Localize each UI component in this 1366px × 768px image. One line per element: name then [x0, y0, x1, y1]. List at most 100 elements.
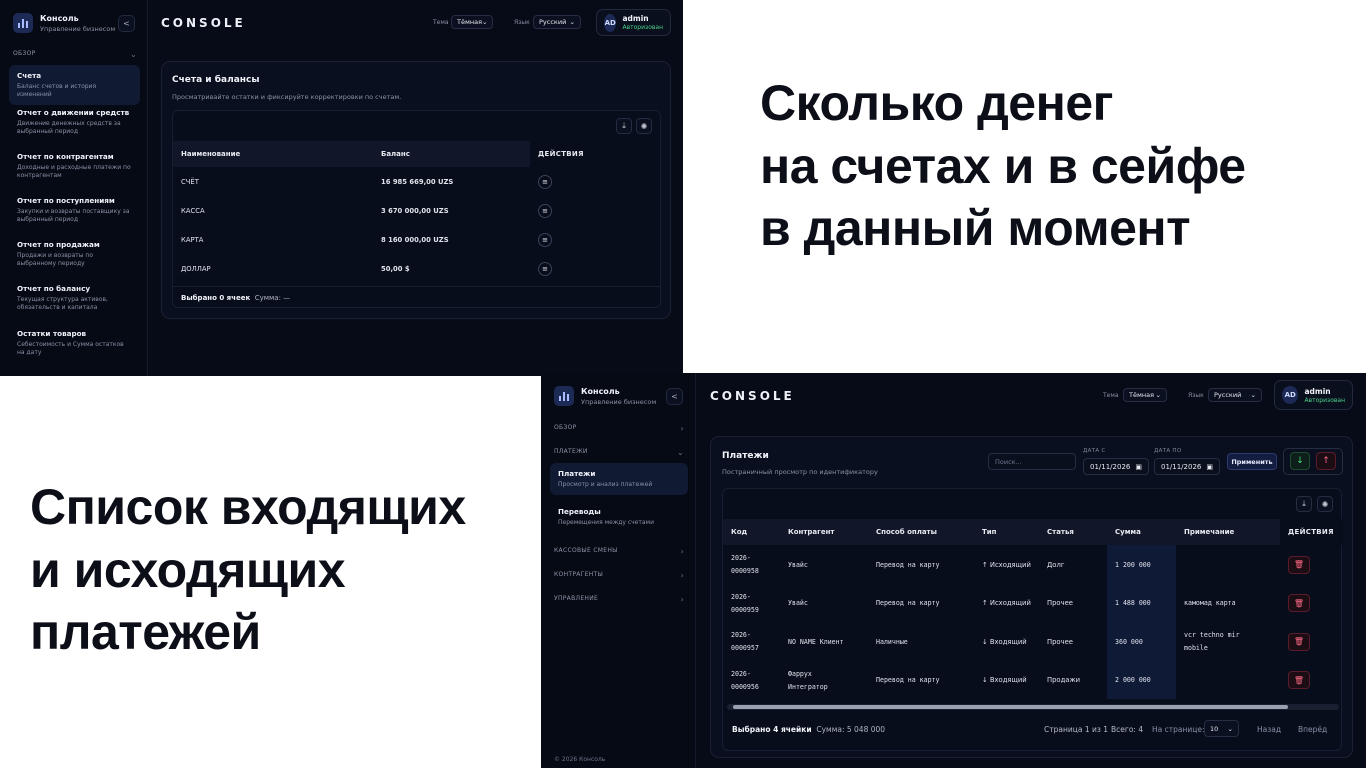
scrollbar-thumb[interactable]: [733, 705, 1288, 709]
collapse-sidebar-button[interactable]: <: [666, 388, 683, 405]
column-header-actions: ДЕЙСТВИЯ: [1280, 519, 1343, 545]
caption-line: в данный момент: [760, 200, 1191, 256]
user-menu[interactable]: AD admin Авторизован: [1274, 380, 1353, 410]
section-overview[interactable]: ОБЗОР ›: [554, 424, 684, 433]
column-header-article[interactable]: Статья: [1039, 519, 1107, 545]
section-management[interactable]: УПРАВЛЕНИЕ ›: [554, 595, 684, 604]
payment-type: ↑ Исходящий: [982, 560, 1031, 569]
date-to-input[interactable]: 01/11/2026 ▣: [1154, 458, 1220, 475]
sidebar-item-transfers[interactable]: Переводы Перемещения между счетами: [550, 501, 688, 533]
sidebar: Консоль Управление бизнесом < ОБЗОР › ПЛА…: [541, 373, 696, 768]
caption-line: на счетах и в сейфе: [760, 137, 1246, 194]
nav-desc: Перемещения между счетами: [558, 519, 654, 526]
table-row[interactable]: 2026- 0000957 NO NAME Клиент Наличные ↓ В…: [723, 622, 1343, 661]
user-status: Авторизован: [1304, 396, 1345, 404]
table-row[interactable]: СЧЁТ 16 985 669,00 UZS ≡: [173, 167, 660, 196]
note-line: mobile: [1184, 644, 1208, 652]
language-select[interactable]: Русский ⌄: [533, 15, 581, 29]
section-payments[interactable]: ПЛАТЕЖИ ⌄: [554, 448, 684, 457]
collage: Консоль Управление бизнесом < ОБЗОР ⌄ Сч…: [0, 0, 1366, 768]
accounts-card: Счета и балансы Просматривайте остатки и…: [161, 61, 671, 319]
payments-screen: Консоль Управление бизнесом < ОБЗОР › ПЛА…: [541, 373, 1366, 768]
code-part: 0000959: [731, 605, 759, 614]
nav-title: Платежи: [558, 469, 596, 478]
column-header-name[interactable]: Наименование: [173, 141, 373, 167]
payment-method: Перевод на карту: [876, 676, 940, 684]
row-menu-icon[interactable]: ≡: [538, 203, 552, 218]
calendar-icon: ▣: [1206, 462, 1213, 471]
trash-icon[interactable]: 🗑: [1288, 671, 1310, 689]
code-part: 2026-: [731, 669, 751, 678]
column-header-code[interactable]: Код: [723, 519, 780, 545]
column-header-type[interactable]: Тип: [974, 519, 1039, 545]
column-header-balance[interactable]: Баланс: [373, 141, 530, 167]
avatar: AD: [1282, 386, 1299, 404]
table-row[interactable]: 2026- 0000959 Увайс Перевод на карту ↑ Ис…: [723, 584, 1343, 622]
table-row[interactable]: 2026- 0000956 Фаррух Интегратор Перевод на…: [723, 661, 1343, 699]
row-menu-icon[interactable]: ≡: [538, 261, 552, 276]
language-value: Русский: [539, 18, 567, 26]
table-row[interactable]: КАРТА 8 160 000,00 UZS ≡: [173, 225, 660, 254]
table-row[interactable]: КАССА 3 670 000,00 UZS ≡: [173, 196, 660, 225]
section-cash-shifts[interactable]: КАССОВЫЕ СМЕНЫ ›: [554, 547, 684, 556]
prev-page-button[interactable]: Назад: [1257, 725, 1281, 734]
table-row[interactable]: ДОЛЛАР 50,00 $ ≡: [173, 254, 660, 283]
card-title: Счета и балансы: [172, 75, 260, 85]
sidebar-item-cashflow-report[interactable]: Отчет о движении средств Движение денежн…: [9, 102, 140, 142]
trash-icon[interactable]: 🗑: [1288, 632, 1310, 651]
sidebar-item-payments[interactable]: Платежи Просмотр и анализ платежей: [550, 463, 688, 496]
chevron-down-icon: ⌄: [676, 448, 684, 457]
payment-method: Перевод на карту: [876, 560, 940, 569]
column-header-sum[interactable]: Сумма: [1107, 519, 1176, 545]
code-part: 2026-: [731, 554, 751, 562]
settings-icon[interactable]: ✺: [636, 118, 652, 134]
sidebar-item-counterparty-report[interactable]: Отчет по контрагентам Доходные и расходн…: [9, 146, 140, 186]
collapse-sidebar-button[interactable]: <: [118, 15, 135, 32]
column-header-counterparty[interactable]: Контрагент: [780, 519, 868, 545]
payment-type: ↑ Исходящий: [982, 599, 1031, 607]
row-menu-icon[interactable]: ≡: [538, 232, 552, 247]
next-page-button[interactable]: Вперёд: [1298, 725, 1327, 734]
payment-sum: 1 200 000: [1107, 545, 1176, 584]
card-subtitle: Просматривайте остатки и фиксируйте корр…: [172, 93, 402, 101]
apply-button[interactable]: Применить: [1227, 453, 1277, 470]
theme-select[interactable]: Тёмная ⌄: [451, 15, 493, 29]
code-part: 0000957: [731, 644, 759, 652]
per-page-label: На странице:: [1152, 725, 1205, 734]
section-counterparties[interactable]: КОНТРАГЕНТЫ ›: [554, 571, 684, 580]
sidebar-item-stock-balances[interactable]: Остатки товаров Себестоимость и Сумма ос…: [9, 323, 140, 363]
counterparty-line: Фаррух: [788, 669, 812, 678]
trash-icon[interactable]: 🗑: [1288, 555, 1310, 574]
trash-icon[interactable]: 🗑: [1288, 594, 1310, 612]
payment-article: Прочее: [1047, 599, 1073, 607]
payment-note: [1176, 661, 1280, 699]
theme-select[interactable]: Тёмная ⌄: [1123, 388, 1167, 402]
download-icon[interactable]: ⤓: [1296, 496, 1312, 512]
sidebar-item-receipts-report[interactable]: Отчет по поступлениям Закупки и возвраты…: [9, 190, 140, 230]
column-header-note[interactable]: Примечание: [1176, 519, 1280, 545]
chevron-down-icon: ⌄: [1227, 724, 1233, 733]
payment-sum: 1 488 000: [1107, 584, 1176, 622]
total-count: Всего: 4: [1111, 725, 1144, 734]
sidebar-item-accounts[interactable]: Счета Баланс счетов и история изменений: [9, 65, 140, 106]
language-label: Язык: [514, 19, 530, 26]
sidebar-item-balance-report[interactable]: Отчет по балансу Текущая структура актив…: [9, 278, 140, 318]
column-header-payment-method[interactable]: Способ оплаты: [868, 519, 974, 545]
row-menu-icon[interactable]: ≡: [538, 174, 552, 189]
payment-note: [1176, 545, 1280, 584]
section-label: УПРАВЛЕНИЕ: [554, 595, 599, 602]
settings-icon[interactable]: ✺: [1317, 496, 1333, 512]
language-select[interactable]: Русский ⌄: [1208, 388, 1262, 402]
date-from-input[interactable]: 01/11/2026 ▣: [1083, 458, 1149, 475]
section-overview[interactable]: ОБЗОР ⌄: [13, 50, 137, 59]
arrow-up-icon[interactable]: ↑: [1316, 452, 1336, 470]
page-indicator: Страница 1 из 1: [1044, 725, 1108, 734]
user-menu[interactable]: AD admin Авторизован: [596, 9, 671, 36]
sidebar-item-sales-report[interactable]: Отчет по продажам Продажи и возвраты по …: [9, 234, 140, 274]
arrow-down-icon[interactable]: ↓: [1290, 452, 1310, 470]
per-page-select[interactable]: 10 ⌄: [1204, 720, 1239, 737]
payment-code: 2026- 0000956: [723, 661, 780, 699]
search-input[interactable]: Поиск...: [988, 453, 1076, 470]
download-icon[interactable]: ⤓: [616, 118, 632, 134]
table-row[interactable]: 2026- 0000958 Увайс Перевод на карту ↑ Ис…: [723, 545, 1343, 584]
